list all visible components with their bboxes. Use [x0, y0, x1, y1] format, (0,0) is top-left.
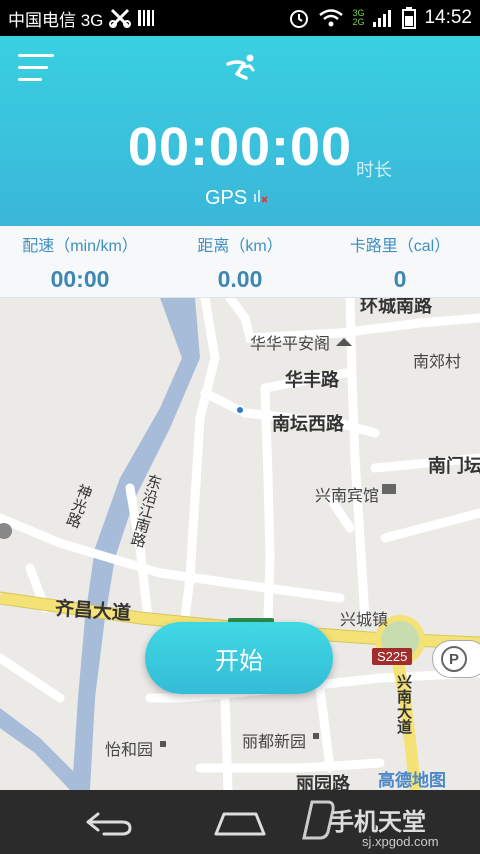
menu-button[interactable]	[18, 54, 56, 88]
watermark-url: sj.xpgod.com	[362, 834, 439, 849]
map-label-liyuan: 丽园路	[296, 774, 350, 790]
battery-icon	[402, 7, 417, 29]
start-button[interactable]: 开始	[145, 622, 333, 694]
back-button[interactable]	[78, 804, 138, 840]
pace-label: 配速（min/km）	[22, 238, 138, 255]
distance-stat: 距离（km） 0.00	[160, 226, 320, 297]
map-label-xingcheng: 兴城镇	[340, 612, 389, 629]
stats-panel: 配速（min/km） 00:00 距离（km） 0.00 卡路里（cal） 0	[0, 226, 480, 298]
calories-label: 卡路里（cal）	[349, 238, 451, 255]
calories-stat: 卡路里（cal） 0	[320, 226, 480, 297]
parking-button[interactable]: P	[432, 640, 480, 678]
gps-label: GPS	[205, 186, 248, 209]
map-label-huancheng: 环城南路	[360, 298, 432, 316]
pace-stat: 配速（min/km） 00:00	[0, 226, 160, 297]
map-label-nanmen: 南门坛	[428, 456, 480, 476]
running-icon	[224, 52, 258, 86]
gps-signal-off-icon	[253, 186, 269, 210]
network-type-icon: 3G 2G	[352, 9, 364, 27]
clock-time: 14:52	[424, 7, 472, 28]
map-label-xingnan-hotel: 兴南宾馆	[315, 488, 380, 505]
amap-logo: 高德地图	[378, 771, 446, 790]
map-label-yihe: 怡和园	[105, 742, 154, 759]
timer-unit-label: 时长	[356, 160, 392, 180]
map-view[interactable]: 环城南路 华华平安阁 南郊村 华丰路 南坛西路 南门坛 兴南宾馆 兴城镇 丽都新…	[0, 298, 480, 790]
map-label-lidu: 丽都新园	[242, 734, 307, 751]
home-button[interactable]	[210, 804, 270, 840]
home-icon	[214, 812, 266, 836]
watermark-title: 手机天堂	[330, 809, 426, 836]
map-label-xingnan-ave: 兴南大道	[395, 674, 412, 734]
wifi-icon	[318, 8, 344, 28]
hamburger-icon	[18, 54, 54, 57]
status-bar: 中国电信 3G 3G 2G 14:52	[0, 0, 480, 36]
system-nav-bar: 手机天堂 sj.xpgod.com	[0, 790, 480, 854]
map-label-qichang: 齐昌大道	[54, 598, 132, 625]
map-label-huahuapinganyuan: 华华平安阁	[250, 336, 331, 353]
elapsed-timer: 00:00:00	[127, 117, 353, 177]
distance-label: 距离（km）	[197, 238, 283, 255]
back-icon	[86, 812, 132, 836]
barcode-icon	[137, 9, 155, 27]
parking-icon: P	[441, 646, 467, 672]
current-location-marker	[235, 405, 245, 415]
map-label-huafeng: 华丰路	[285, 370, 339, 390]
gps-status: GPS	[205, 186, 269, 210]
alarm-icon	[288, 7, 310, 29]
route-badge-s225: S225	[372, 648, 413, 665]
carrier-label: 中国电信 3G	[8, 10, 104, 30]
calories-value: 0	[393, 266, 407, 292]
signal-icon	[372, 8, 394, 28]
usb-icon	[109, 8, 132, 28]
map-label-nantanxi: 南坛西路	[272, 414, 344, 434]
pace-value: 00:00	[50, 266, 110, 292]
workout-header: 00:00:00 时长 GPS	[0, 36, 480, 226]
distance-value: 0.00	[217, 266, 263, 292]
map-label-nanjiaocun: 南郊村	[413, 354, 462, 371]
net-2g-label: 2G	[352, 17, 365, 27]
